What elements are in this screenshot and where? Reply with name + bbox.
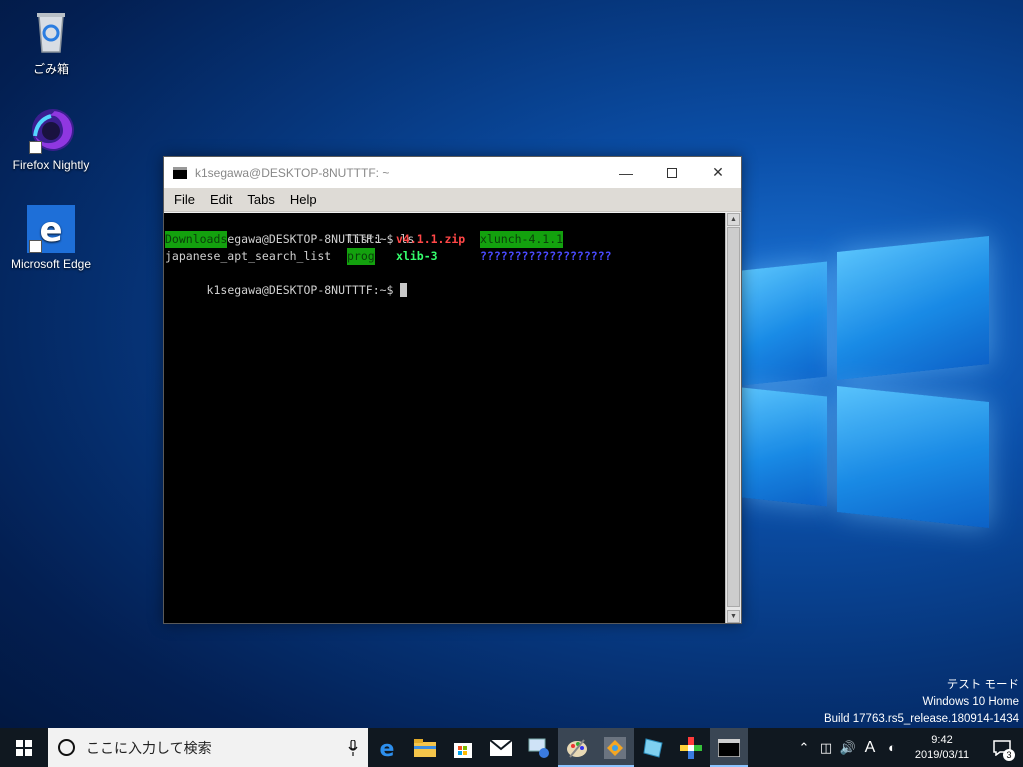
arrow-up-icon: ▲ xyxy=(730,216,737,223)
scroll-down-button[interactable]: ▼ xyxy=(727,610,740,623)
cortana-icon xyxy=(58,739,75,756)
clock-date: 2019/03/11 xyxy=(914,748,970,761)
taskbar-clock[interactable]: 9:42 2019/03/11 xyxy=(903,733,981,763)
maximize-button[interactable] xyxy=(649,157,695,188)
ls-entry-prog: prog xyxy=(347,248,375,265)
clock-time: 9:42 xyxy=(931,733,953,746)
recycle-bin-icon xyxy=(27,8,75,56)
wallpaper-windows-logo xyxy=(740,230,1023,530)
terminal-line: Downloads list1 v4.1.1.zip xlunch-4.1.1 xyxy=(165,231,725,248)
window-title: k1segawa@DESKTOP-8NUTTTF: ~ xyxy=(195,165,390,180)
chevron-up-icon: ⌃ xyxy=(798,739,810,755)
taskbar-file-explorer[interactable] xyxy=(406,728,444,767)
watermark-build: Build 17763.rs5_release.180914-1434 xyxy=(823,713,1019,725)
ls-entry-downloads: Downloads xyxy=(165,231,228,248)
ime-mode-button[interactable]: A xyxy=(859,739,881,757)
svg-text:e: e xyxy=(380,737,395,759)
desktop-icon-label: ごみ箱 xyxy=(32,62,69,76)
ls-entry-xlunch: xlunch-4.1.1 xyxy=(480,231,564,248)
terminal-window[interactable]: k1segawa@DESKTOP-8NUTTTF: ~ — ✕ File Edi… xyxy=(163,156,742,624)
menu-file[interactable]: File xyxy=(164,192,200,207)
ls-entry-list1: list1 xyxy=(347,232,382,246)
firefox-nightly-icon xyxy=(27,106,75,154)
speaker-icon: 🔊 xyxy=(839,739,857,755)
terminal-icon xyxy=(718,738,740,757)
taskbar-edge[interactable]: e xyxy=(368,728,406,767)
notification-count-badge: 3 xyxy=(1003,749,1015,761)
network-icon: ◫ xyxy=(819,739,833,755)
menu-edit[interactable]: Edit xyxy=(200,192,237,207)
taskbar-color-picker[interactable] xyxy=(672,728,710,767)
taskbar-paint[interactable] xyxy=(558,728,596,767)
taskbar-notepad[interactable] xyxy=(634,728,672,767)
close-icon: ✕ xyxy=(712,164,724,180)
shortcut-arrow-icon xyxy=(29,141,42,154)
terminal-line: k1segawa@DESKTOP-8NUTTTF:~$ xyxy=(165,265,725,297)
paint-icon xyxy=(567,738,587,758)
ls-entry-apt-list: japanese_apt_search_list xyxy=(165,249,332,263)
store-icon xyxy=(454,742,472,758)
terminal-titlebar[interactable]: k1segawa@DESKTOP-8NUTTTF: ~ — ✕ xyxy=(164,157,741,188)
scrollbar-thumb[interactable] xyxy=(727,227,740,607)
microphone-icon[interactable] xyxy=(348,739,358,756)
arrow-down-icon: ▼ xyxy=(730,613,737,620)
search-placeholder: ここに入力して検索 xyxy=(86,739,212,756)
shortcut-arrow-icon xyxy=(29,240,42,253)
desktop-icon-label: Firefox Nightly xyxy=(12,158,90,172)
windows-start-icon xyxy=(16,739,32,756)
desktop-icon-firefox-nightly[interactable]: Firefox Nightly xyxy=(6,106,96,172)
network-tray-button[interactable]: ◫ xyxy=(815,740,837,756)
maximize-icon xyxy=(667,167,677,178)
mail-icon xyxy=(490,739,512,756)
volume-tray-button[interactable]: 🔊 xyxy=(837,740,859,756)
color-picker-icon xyxy=(680,736,702,759)
test-mode-watermark: テスト モード Windows 10 Home Build 17763.rs5_… xyxy=(824,677,1019,728)
edge-icon: e xyxy=(27,205,75,253)
network-app-icon xyxy=(528,738,549,758)
ls-entry-zip: v4.1.1.zip xyxy=(396,232,466,246)
taskbar-store[interactable] xyxy=(444,728,482,767)
svg-text:e: e xyxy=(39,210,62,250)
desktop-icon-recycle-bin[interactable]: ごみ箱 xyxy=(6,8,96,77)
notepad-icon xyxy=(643,737,663,758)
xming-icon xyxy=(604,736,626,759)
terminal-menubar: File Edit Tabs Help xyxy=(164,188,741,212)
ls-entry-garbled: ??????????????????? xyxy=(480,249,612,263)
terminal-output[interactable]: k1segawa@DESKTOP-8NUTTTF:~$ ls Downloads… xyxy=(164,213,726,623)
taskbar-xming[interactable] xyxy=(596,728,634,767)
start-button[interactable] xyxy=(0,728,48,767)
action-center-button[interactable]: 3 xyxy=(981,728,1023,767)
ls-entry-xlib: xlib-3 xyxy=(396,249,438,263)
taskbar-mail[interactable] xyxy=(482,728,520,767)
desktop-icon-label: Microsoft Edge xyxy=(10,257,92,271)
terminal-app-icon xyxy=(173,166,187,179)
taskbar-terminal[interactable] xyxy=(710,728,748,767)
desktop-icon-microsoft-edge[interactable]: e Microsoft Edge xyxy=(6,205,96,271)
text-cursor xyxy=(400,283,408,297)
watermark-edition: Windows 10 Home xyxy=(922,696,1019,708)
terminal-line: japanese_apt_search_list prog xlib-3 ???… xyxy=(165,248,725,265)
menu-help[interactable]: Help xyxy=(280,192,322,207)
taskbar: ここに入力して検索 e ⌃ ◫ 🔊 A ◐ 9:42 2019/03/11 3 xyxy=(0,728,1023,767)
watermark-test-mode: テスト モード xyxy=(946,679,1019,691)
taskbar-search-box[interactable]: ここに入力して検索 xyxy=(48,728,368,767)
close-button[interactable]: ✕ xyxy=(695,157,741,188)
menu-tabs[interactable]: Tabs xyxy=(237,192,279,207)
ime-tray-button[interactable]: ◐ xyxy=(881,740,903,755)
minimize-button[interactable]: — xyxy=(603,157,649,188)
scroll-up-button[interactable]: ▲ xyxy=(727,213,740,226)
file-explorer-icon xyxy=(414,738,436,757)
edge-icon: e xyxy=(380,737,395,759)
ime-icon: ◐ xyxy=(888,740,896,755)
show-hidden-icons-button[interactable]: ⌃ xyxy=(793,740,815,756)
taskbar-network-app[interactable] xyxy=(520,728,558,767)
shell-prompt: k1segawa@DESKTOP-8NUTTTF:~$ xyxy=(206,283,394,297)
terminal-scrollbar[interactable]: ▲ ▼ xyxy=(725,213,741,623)
minimize-icon: — xyxy=(619,164,633,181)
terminal-line: k1segawa@DESKTOP-8NUTTTF:~$ ls xyxy=(165,214,725,246)
